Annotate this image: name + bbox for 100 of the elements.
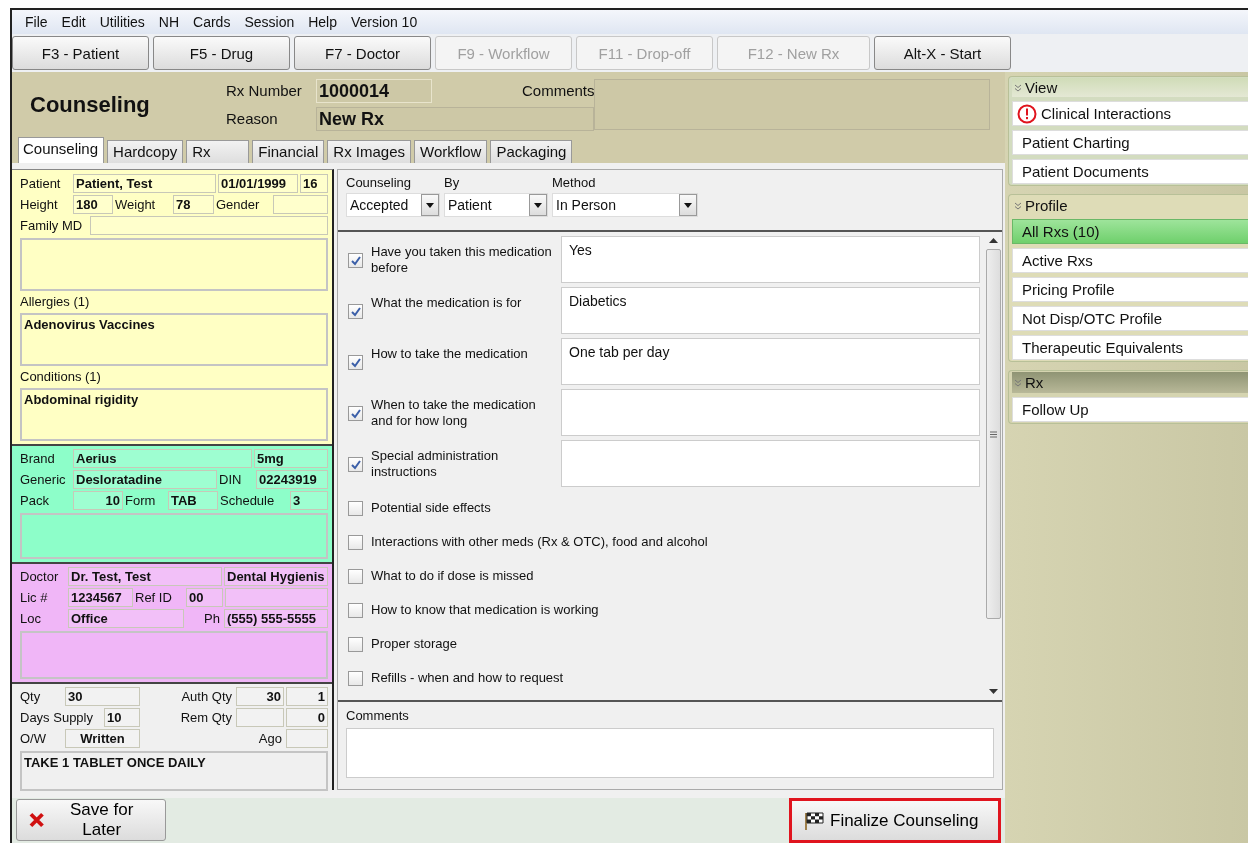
- dropdown-arrow-icon: [534, 202, 542, 208]
- checkbox[interactable]: [348, 253, 363, 268]
- tab[interactable]: Counseling: [18, 137, 105, 163]
- tab[interactable]: Rx Images: [327, 140, 411, 163]
- field-value: 10: [73, 491, 123, 510]
- field-label: Schedule: [220, 492, 276, 510]
- note-field[interactable]: Yes: [561, 236, 980, 283]
- comments-field[interactable]: [346, 728, 994, 778]
- field-label: Generic: [20, 471, 67, 489]
- field-value: 30: [65, 687, 140, 706]
- checkbox[interactable]: [348, 500, 363, 516]
- checkbox[interactable]: [348, 406, 363, 421]
- toolbar-button[interactable]: F7 - Doctor: [294, 36, 431, 70]
- dropdown[interactable]: Accepted: [346, 193, 440, 217]
- sidebar-item[interactable]: Clinical Interactions: [1012, 101, 1248, 126]
- toolbar-button[interactable]: Alt-X - Start: [874, 36, 1011, 70]
- field-label: Qty: [20, 688, 42, 706]
- field-label: Pack: [20, 492, 50, 510]
- note-field[interactable]: Diabetics: [561, 287, 980, 334]
- note-field[interactable]: [561, 389, 980, 436]
- tab[interactable]: Financial: [252, 140, 325, 163]
- tab[interactable]: Hardcopy: [107, 140, 184, 163]
- rx-number-field: 1000014: [316, 78, 432, 103]
- field-label: Comments: [522, 82, 594, 99]
- sidebar-item[interactable]: Follow Up: [1012, 397, 1248, 422]
- field-label: O/W: [20, 730, 47, 748]
- checkbox[interactable]: [348, 304, 363, 319]
- section-header[interactable]: View: [1012, 78, 1248, 97]
- field-value: 78: [173, 195, 214, 214]
- checkbox[interactable]: [348, 534, 363, 550]
- toolbar-button[interactable]: F3 - Patient: [12, 36, 149, 70]
- checkmark-icon: [350, 255, 361, 266]
- note-field[interactable]: One tab per day: [561, 338, 980, 385]
- menu-item[interactable]: Utilities: [92, 14, 152, 30]
- checkbox-label: Potential side effects: [371, 500, 491, 516]
- tab[interactable]: Rx: [186, 140, 250, 163]
- tab[interactable]: Workflow: [414, 140, 488, 163]
- toolbar-button[interactable]: F5 - Drug: [153, 36, 290, 70]
- menu-item[interactable]: Session: [237, 14, 302, 30]
- sidebar-item[interactable]: Not Disp/OTC Profile: [1012, 306, 1248, 331]
- menu-item[interactable]: Version 10: [344, 14, 425, 30]
- grip-icon: [990, 430, 997, 438]
- checkmark-icon: [350, 459, 361, 470]
- field-value: 5mg: [254, 449, 328, 468]
- checkbox[interactable]: [348, 602, 363, 618]
- notes-box: TAKE 1 TABLET ONCE DAILY: [20, 751, 328, 791]
- empty-field: [236, 708, 284, 727]
- field-label: Counseling: [346, 176, 413, 190]
- dropdown[interactable]: In Person: [552, 193, 698, 217]
- finalize-button[interactable]: Finalize Counseling: [789, 798, 1001, 843]
- scroll-up-icon: [989, 238, 998, 243]
- collapse-chevron-icon: [1014, 83, 1022, 92]
- checkbox[interactable]: [348, 568, 363, 584]
- checkbox-label: What to do if dose is missed: [371, 568, 534, 584]
- sidebar-item[interactable]: Therapeutic Equivalents: [1012, 335, 1248, 360]
- menu-item[interactable]: File: [18, 14, 55, 30]
- notes-box: Abdominal rigidity: [20, 388, 328, 441]
- field-value: 30: [236, 687, 284, 706]
- menu-item[interactable]: Help: [301, 14, 344, 30]
- sidebar-item[interactable]: Active Rxs: [1012, 248, 1248, 273]
- field-label: Reason: [226, 110, 279, 127]
- field-value: Aerius: [73, 449, 252, 468]
- field-label: Patient: [20, 175, 62, 193]
- field-value: Office: [68, 609, 184, 628]
- field-label: Rx Number: [226, 82, 303, 99]
- field-value: 3: [290, 491, 328, 510]
- menu-item[interactable]: NH: [151, 14, 187, 30]
- checkbox[interactable]: [348, 355, 363, 370]
- checkbox[interactable]: [348, 457, 363, 472]
- field-label: Loc: [20, 610, 42, 628]
- checkmark-icon: [350, 408, 361, 419]
- field-label: Auth Qty: [180, 688, 233, 706]
- alert-icon: [1017, 103, 1037, 124]
- sidebar-item[interactable]: Patient Charting: [1012, 130, 1248, 155]
- sidebar-item[interactable]: All Rxs (10): [1012, 219, 1248, 244]
- field-label: Ago: [257, 730, 283, 748]
- tab[interactable]: Packaging: [490, 140, 573, 163]
- dropdown[interactable]: Patient: [444, 193, 548, 217]
- checkbox-label: How to take the medication: [371, 346, 529, 362]
- field-label: Method: [552, 176, 597, 190]
- save-button[interactable]: Save for Later: [16, 799, 166, 841]
- checkbox[interactable]: [348, 670, 363, 686]
- notes-box: Adenovirus Vaccines: [20, 313, 328, 366]
- note-field[interactable]: [561, 440, 980, 487]
- field-label: Comments: [346, 708, 410, 724]
- reason-field: New Rx: [316, 106, 594, 131]
- checkbox[interactable]: [348, 636, 363, 652]
- section-label: Conditions (1): [20, 368, 102, 385]
- checkbox-label: Proper storage: [371, 636, 457, 652]
- field-value: 01/01/1999: [218, 174, 298, 193]
- section-header[interactable]: Rx: [1012, 372, 1248, 393]
- sidebar-item[interactable]: Patient Documents: [1012, 159, 1248, 184]
- section-header[interactable]: Profile: [1012, 196, 1248, 215]
- comments-field[interactable]: [594, 79, 990, 130]
- menu-item[interactable]: Edit: [54, 14, 93, 30]
- menu-item[interactable]: Cards: [186, 14, 238, 30]
- scroll-down-icon: [989, 689, 998, 694]
- field-label: Rem Qty: [179, 709, 233, 727]
- sidebar-item[interactable]: Pricing Profile: [1012, 277, 1248, 302]
- field-label: Form: [125, 492, 157, 510]
